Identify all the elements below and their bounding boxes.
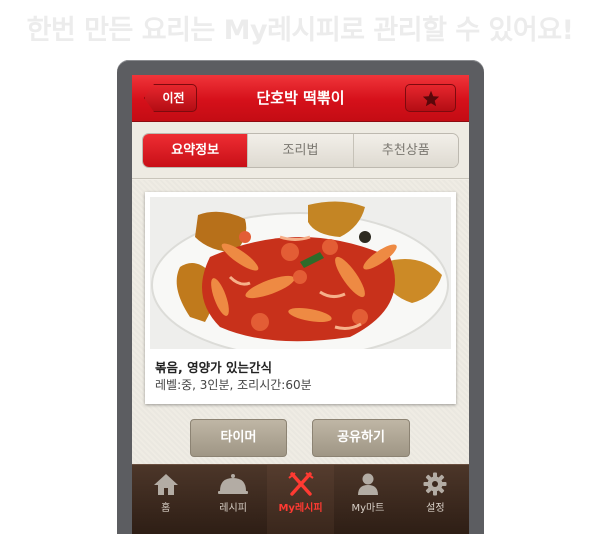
fork-knife-icon	[287, 472, 314, 496]
favorite-button[interactable]	[405, 84, 456, 112]
person-icon	[357, 473, 378, 495]
home-icon	[153, 474, 178, 495]
star-icon	[422, 90, 440, 107]
app-screen: 이전 단호박 떡뽂이 요약정보 조리법 추천상품 볶음, 영양가 있는간식 레벨…	[132, 75, 469, 534]
dish-photo	[150, 197, 451, 349]
dish-photo-illustration	[150, 197, 451, 349]
share-button[interactable]: 공유하기	[312, 419, 410, 457]
nav-label-home: 홈	[161, 503, 171, 514]
phone-frame: 이전 단호박 떡뽂이 요약정보 조리법 추천상품 볶음, 영양가 있는간식 레벨…	[117, 60, 484, 534]
tab-recommended[interactable]: 추천상품	[352, 134, 458, 167]
back-button[interactable]: 이전	[144, 84, 197, 112]
timer-button[interactable]: 타이머	[190, 419, 287, 457]
title-bar: 이전 단호박 떡뽂이	[132, 75, 469, 122]
nav-label-recipes: 레시피	[219, 503, 247, 514]
gear-icon	[423, 472, 447, 496]
bottom-navigation: 홈 레시피 My레시피 My마트 설정	[132, 464, 469, 534]
nav-item-my-recipes[interactable]: My레시피	[266, 465, 335, 534]
nav-item-recipes[interactable]: 레시피	[199, 465, 266, 534]
segment-tabbar: 요약정보 조리법 추천상품	[132, 122, 469, 179]
content-area: 볶음, 영양가 있는간식 레벨:중, 3인분, 조리시간:60분 타이머 공유하…	[132, 180, 469, 464]
nav-label-my-recipes: My레시피	[278, 503, 323, 514]
promo-headline: 한번 만든 요리는 My레시피로 관리할 수 있어요!	[26, 15, 574, 46]
cloche-icon	[218, 474, 249, 494]
nav-item-my-mart[interactable]: My마트	[334, 465, 401, 534]
nav-label-settings: 설정	[426, 503, 445, 514]
nav-item-home[interactable]: 홈	[132, 465, 199, 534]
recipe-details: 레벨:중, 3인분, 조리시간:60분	[155, 378, 312, 392]
recipe-card: 볶음, 영양가 있는간식 레벨:중, 3인분, 조리시간:60분	[145, 192, 456, 404]
action-buttons: 타이머 공유하기	[132, 419, 469, 459]
nav-item-settings[interactable]: 설정	[402, 465, 469, 534]
segmented-control: 요약정보 조리법 추천상품	[142, 133, 459, 168]
recipe-description: 볶음, 영양가 있는간식	[155, 360, 272, 375]
tab-summary[interactable]: 요약정보	[143, 134, 248, 167]
tab-recipe[interactable]: 조리법	[247, 134, 353, 167]
nav-label-my-mart: My마트	[351, 503, 385, 514]
page-title: 단호박 떡뽂이	[256, 89, 345, 107]
